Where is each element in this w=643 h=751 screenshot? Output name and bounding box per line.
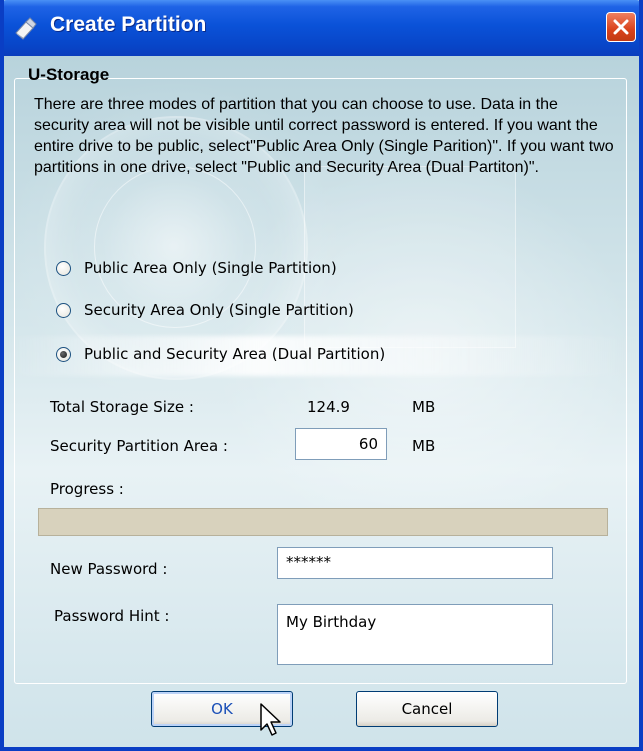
- radio-label: Security Area Only (Single Partition): [84, 301, 354, 319]
- progress-bar: [38, 508, 608, 536]
- password-hint-input[interactable]: My Birthday: [277, 604, 553, 665]
- new-password-input[interactable]: ******: [277, 547, 553, 579]
- radio-label: Public and Security Area (Dual Partition…: [84, 345, 386, 363]
- security-partition-label: Security Partition Area :: [50, 437, 228, 455]
- security-partition-unit: MB: [412, 437, 436, 455]
- radio-label: Public Area Only (Single Partition): [84, 259, 337, 277]
- total-storage-unit: MB: [412, 398, 436, 416]
- new-password-label: New Password :: [50, 560, 168, 578]
- total-storage-label: Total Storage Size :: [50, 398, 194, 416]
- usb-drive-icon: [15, 17, 37, 40]
- create-partition-dialog: Create Partition U-Storage There are thr…: [0, 0, 643, 751]
- mouse-pointer-icon: [260, 703, 281, 736]
- radio-public-and-security[interactable]: Public and Security Area (Dual Partition…: [56, 343, 385, 365]
- window-title: Create Partition: [50, 13, 207, 36]
- radio-button[interactable]: [56, 260, 71, 276]
- partition-description: There are three modes of partition that …: [34, 96, 614, 176]
- title-bar[interactable]: Create Partition: [4, 0, 639, 56]
- progress-label: Progress :: [50, 480, 124, 498]
- cancel-button[interactable]: Cancel: [356, 691, 498, 727]
- security-partition-size-input[interactable]: 60: [295, 428, 387, 460]
- password-hint-label: Password Hint :: [54, 607, 170, 625]
- close-button[interactable]: [606, 12, 636, 42]
- radio-public-only[interactable]: Public Area Only (Single Partition): [56, 257, 337, 279]
- radio-button[interactable]: [56, 302, 71, 318]
- total-storage-value: 124.9: [307, 398, 350, 416]
- group-title: U-Storage: [28, 65, 110, 84]
- radio-security-only[interactable]: Security Area Only (Single Partition): [56, 299, 354, 321]
- radio-button-selected[interactable]: [56, 346, 71, 362]
- dialog-body: U-Storage There are three modes of parti…: [4, 56, 639, 747]
- close-icon: [613, 19, 629, 35]
